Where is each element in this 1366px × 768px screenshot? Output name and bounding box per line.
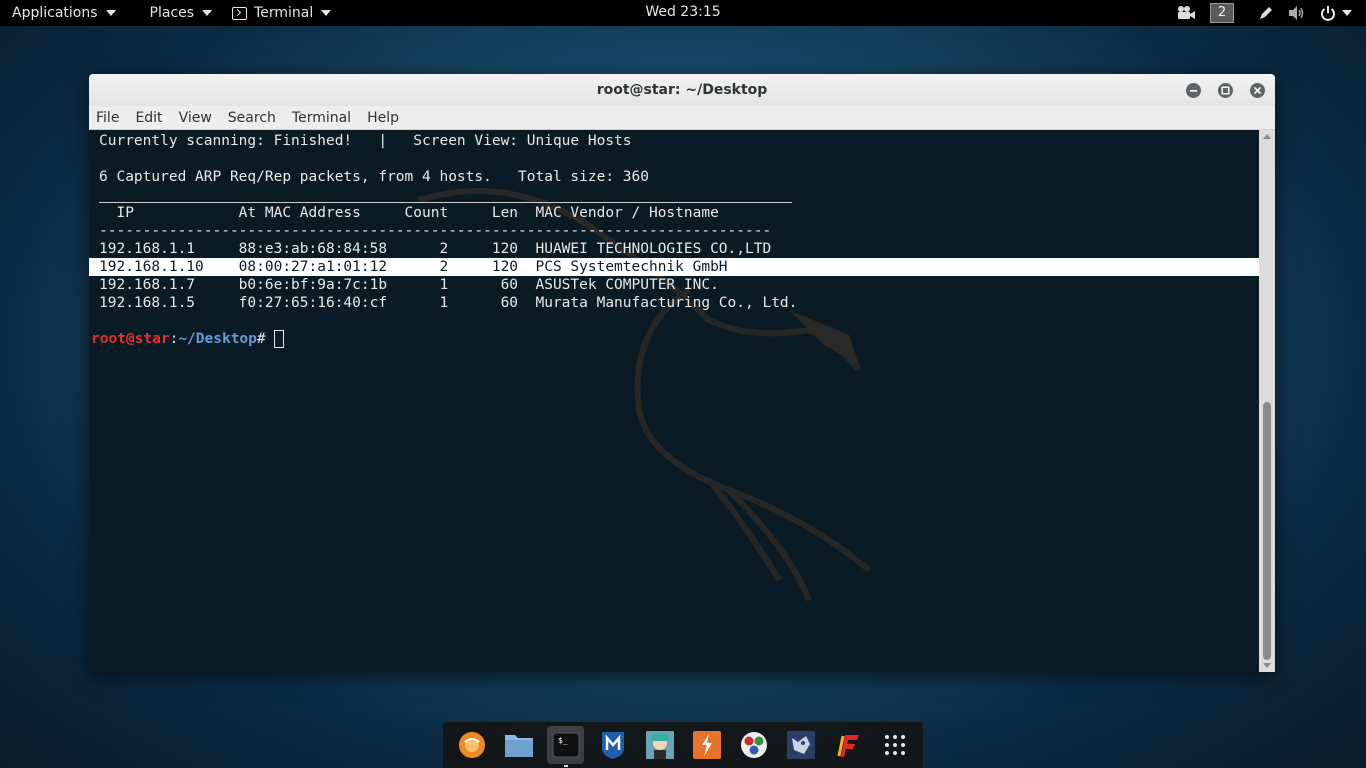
- chevron-down-icon[interactable]: [1342, 10, 1352, 16]
- terminal-icon[interactable]: $_: [547, 726, 584, 767]
- workspace-indicator[interactable]: 2: [1210, 3, 1234, 23]
- burpsuite-icon[interactable]: [688, 726, 725, 764]
- shell-prompt: root@star:~/Desktop#: [91, 330, 285, 348]
- minimize-icon: [1190, 90, 1197, 92]
- show-apps-icon[interactable]: [876, 726, 913, 764]
- table-top-rule: [99, 202, 792, 203]
- files-icon[interactable]: [500, 726, 537, 764]
- top-panel: Applications Places Terminal Wed 23:15 2: [0, 0, 1366, 26]
- table-row-selected: 192.168.1.10 08:00:27:a1:01:12 2 120 PCS…: [99, 259, 728, 275]
- beef-icon[interactable]: [782, 726, 819, 764]
- video-camera-icon[interactable]: [1176, 5, 1196, 21]
- terminal-window: root@star: ~/Desktop File Edit View Sear…: [89, 74, 1275, 672]
- pen-icon[interactable]: [1258, 5, 1274, 21]
- minimize-button[interactable]: [1186, 83, 1201, 98]
- chevron-down-icon: [202, 10, 213, 16]
- prompt-symbol: #: [256, 331, 275, 347]
- menu-bar: File Edit View Search Terminal Help: [89, 106, 1275, 130]
- menu-file[interactable]: File: [89, 110, 127, 126]
- terminal-app-menu[interactable]: Terminal: [224, 0, 343, 26]
- menu-edit[interactable]: Edit: [127, 110, 170, 126]
- metasploit-icon[interactable]: [594, 726, 631, 764]
- applications-label: Applications: [12, 5, 98, 21]
- applications-menu[interactable]: Applications: [0, 0, 128, 26]
- terminal-icon: [232, 6, 248, 20]
- close-icon: [1253, 86, 1262, 95]
- menu-search[interactable]: Search: [220, 110, 284, 126]
- dock: $_: [443, 722, 923, 768]
- prompt-path: ~/Desktop: [178, 331, 257, 347]
- packet-summary-line: 6 Captured ARP Req/Rep packets, from 4 h…: [99, 169, 649, 185]
- svg-text:$_: $_: [558, 736, 568, 745]
- close-button[interactable]: [1250, 83, 1265, 98]
- power-icon[interactable]: [1320, 5, 1336, 21]
- maximize-icon: [1221, 86, 1230, 95]
- table-row: 192.168.1.5 f0:27:65:16:40:cf 1 60 Murat…: [99, 295, 798, 311]
- terminal-scrollbar[interactable]: [1259, 130, 1275, 672]
- armitage-icon[interactable]: [641, 726, 678, 764]
- faraday-icon[interactable]: [829, 726, 866, 764]
- menu-terminal[interactable]: Terminal: [284, 110, 359, 126]
- terminal-app-label: Terminal: [254, 5, 314, 21]
- active-indicator: [564, 765, 568, 767]
- volume-icon[interactable]: [1288, 5, 1306, 21]
- chevron-down-icon: [105, 10, 116, 16]
- table-row: 192.168.1.7 b0:6e:bf:9a:7c:1b 1 60 ASUST…: [99, 277, 719, 293]
- table-header: IP At MAC Address Count Len MAC Vendor /…: [99, 205, 719, 221]
- chevron-down-icon: [321, 10, 332, 16]
- places-menu[interactable]: Places: [128, 0, 225, 26]
- scan-status-line: Currently scanning: Finished! | Screen V…: [99, 133, 632, 149]
- text-cursor: [274, 330, 285, 348]
- menu-help[interactable]: Help: [359, 110, 407, 126]
- prompt-separator: :: [169, 331, 179, 347]
- firefox-icon[interactable]: [453, 726, 490, 764]
- scrollbar-thumb[interactable]: [1263, 402, 1271, 660]
- terminal-output[interactable]: Currently scanning: Finished! | Screen V…: [89, 130, 1259, 672]
- system-tray: 2: [1176, 0, 1366, 26]
- menu-view[interactable]: View: [171, 110, 220, 126]
- scroll-up-icon[interactable]: [1263, 134, 1271, 139]
- maltego-icon[interactable]: [735, 726, 772, 764]
- prompt-user: root@star: [91, 331, 170, 347]
- window-titlebar[interactable]: root@star: ~/Desktop: [89, 74, 1275, 106]
- scroll-down-icon[interactable]: [1263, 663, 1271, 668]
- maximize-button[interactable]: [1218, 83, 1233, 98]
- table-divider: ----------------------------------------…: [99, 223, 772, 239]
- window-title: root@star: ~/Desktop: [596, 82, 768, 98]
- places-label: Places: [149, 5, 195, 21]
- table-row: 192.168.1.1 88:e3:ab:68:84:58 2 120 HUAW…: [99, 241, 772, 257]
